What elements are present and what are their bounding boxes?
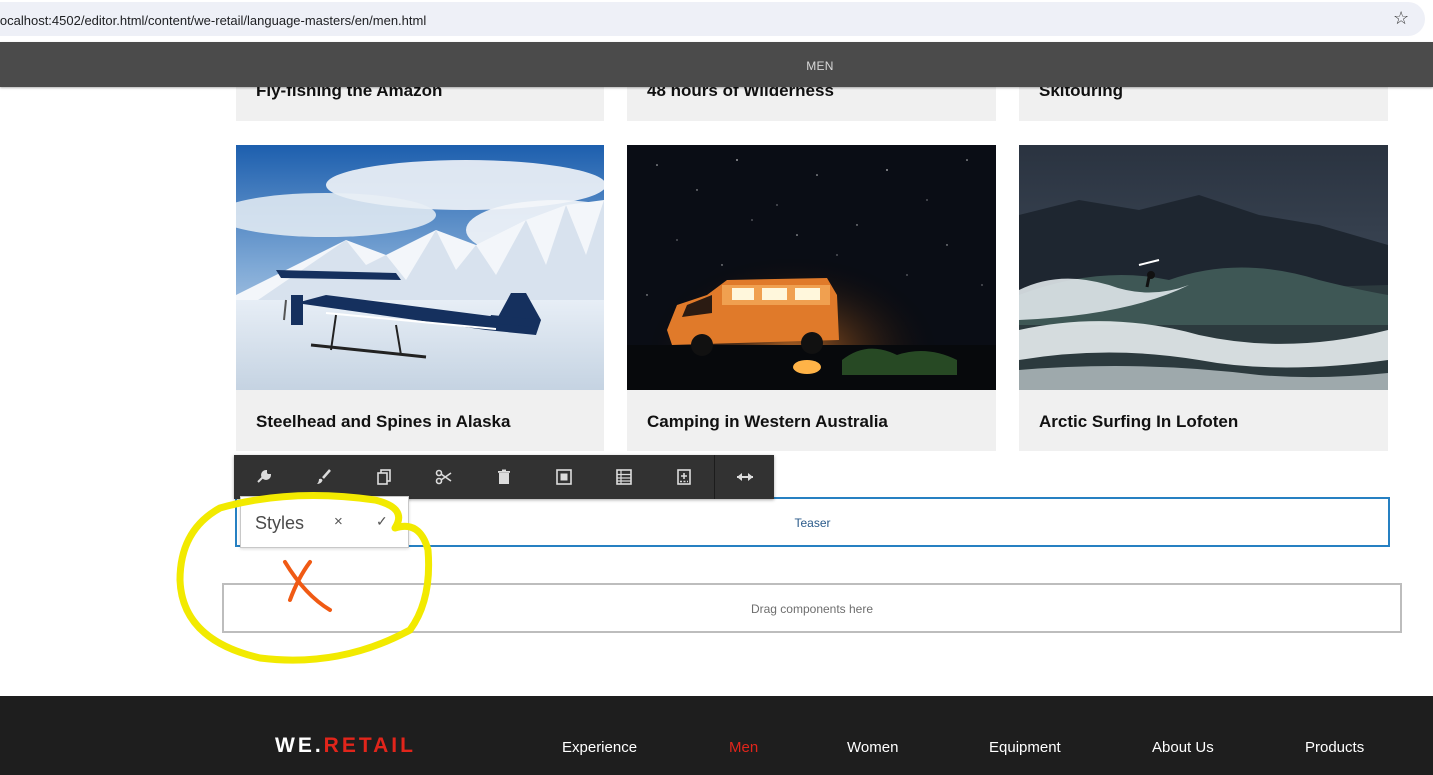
footer-nav-experience[interactable]: Experience — [562, 739, 637, 756]
card-title: Camping in Western Australia — [647, 412, 888, 431]
surfer-on-wave-photo — [1019, 145, 1388, 390]
delete-trash-icon[interactable] — [474, 455, 534, 499]
url-text[interactable]: localhost:4502/editor.html/content/we-re… — [0, 13, 426, 28]
footer-nav-products[interactable]: Products — [1305, 739, 1364, 756]
insert-component-icon[interactable] — [654, 455, 714, 499]
layout-list-icon[interactable] — [594, 455, 654, 499]
styles-brush-icon[interactable] — [294, 455, 354, 499]
component-toolbar — [234, 455, 774, 499]
star-icon[interactable]: ☆ — [1393, 8, 1409, 29]
footer-nav-about-us[interactable]: About Us — [1152, 739, 1214, 756]
teaser-label: Teaser — [794, 516, 831, 530]
styles-popover: Styles × ✓ — [240, 496, 409, 548]
configure-wrench-icon[interactable] — [234, 455, 294, 499]
page-title: MEN — [806, 59, 834, 73]
cut-scissors-icon[interactable] — [414, 455, 474, 499]
editor-header: MEN — [0, 42, 1433, 87]
card-western-australia[interactable]: Camping in Western Australia — [627, 145, 996, 451]
drop-zone[interactable]: Drag components here — [222, 583, 1402, 633]
card-lofoten[interactable]: Arctic Surfing In Lofoten — [1019, 145, 1388, 451]
card-title: Arctic Surfing In Lofoten — [1039, 412, 1239, 431]
styles-confirm-icon[interactable]: ✓ — [376, 513, 388, 530]
url-field[interactable]: localhost:4502/editor.html/content/we-re… — [0, 2, 1425, 36]
footer-nav-men[interactable]: Men — [729, 739, 758, 756]
seaplane-on-snow-photo — [236, 145, 604, 390]
card-title: Steelhead and Spines in Alaska — [256, 412, 511, 431]
drop-zone-label: Drag components here — [750, 602, 874, 616]
we-retail-logo[interactable]: WE.RETAIL — [275, 734, 416, 758]
styles-close-icon[interactable]: × — [334, 513, 343, 530]
footer-nav-equipment[interactable]: Equipment — [989, 739, 1061, 756]
styles-label: Styles — [255, 513, 305, 533]
card-alaska[interactable]: Steelhead and Spines in Alaska — [236, 145, 604, 451]
browser-address-bar: localhost:4502/editor.html/content/we-re… — [0, 0, 1433, 42]
van-under-night-sky-photo — [627, 145, 996, 390]
layout-resize-arrows-icon[interactable] — [715, 455, 775, 499]
site-footer: WE.RETAIL Experience Men Women Equipment… — [0, 696, 1433, 775]
group-icon[interactable] — [534, 455, 594, 499]
footer-nav-women[interactable]: Women — [847, 739, 898, 756]
copy-icon[interactable] — [354, 455, 414, 499]
